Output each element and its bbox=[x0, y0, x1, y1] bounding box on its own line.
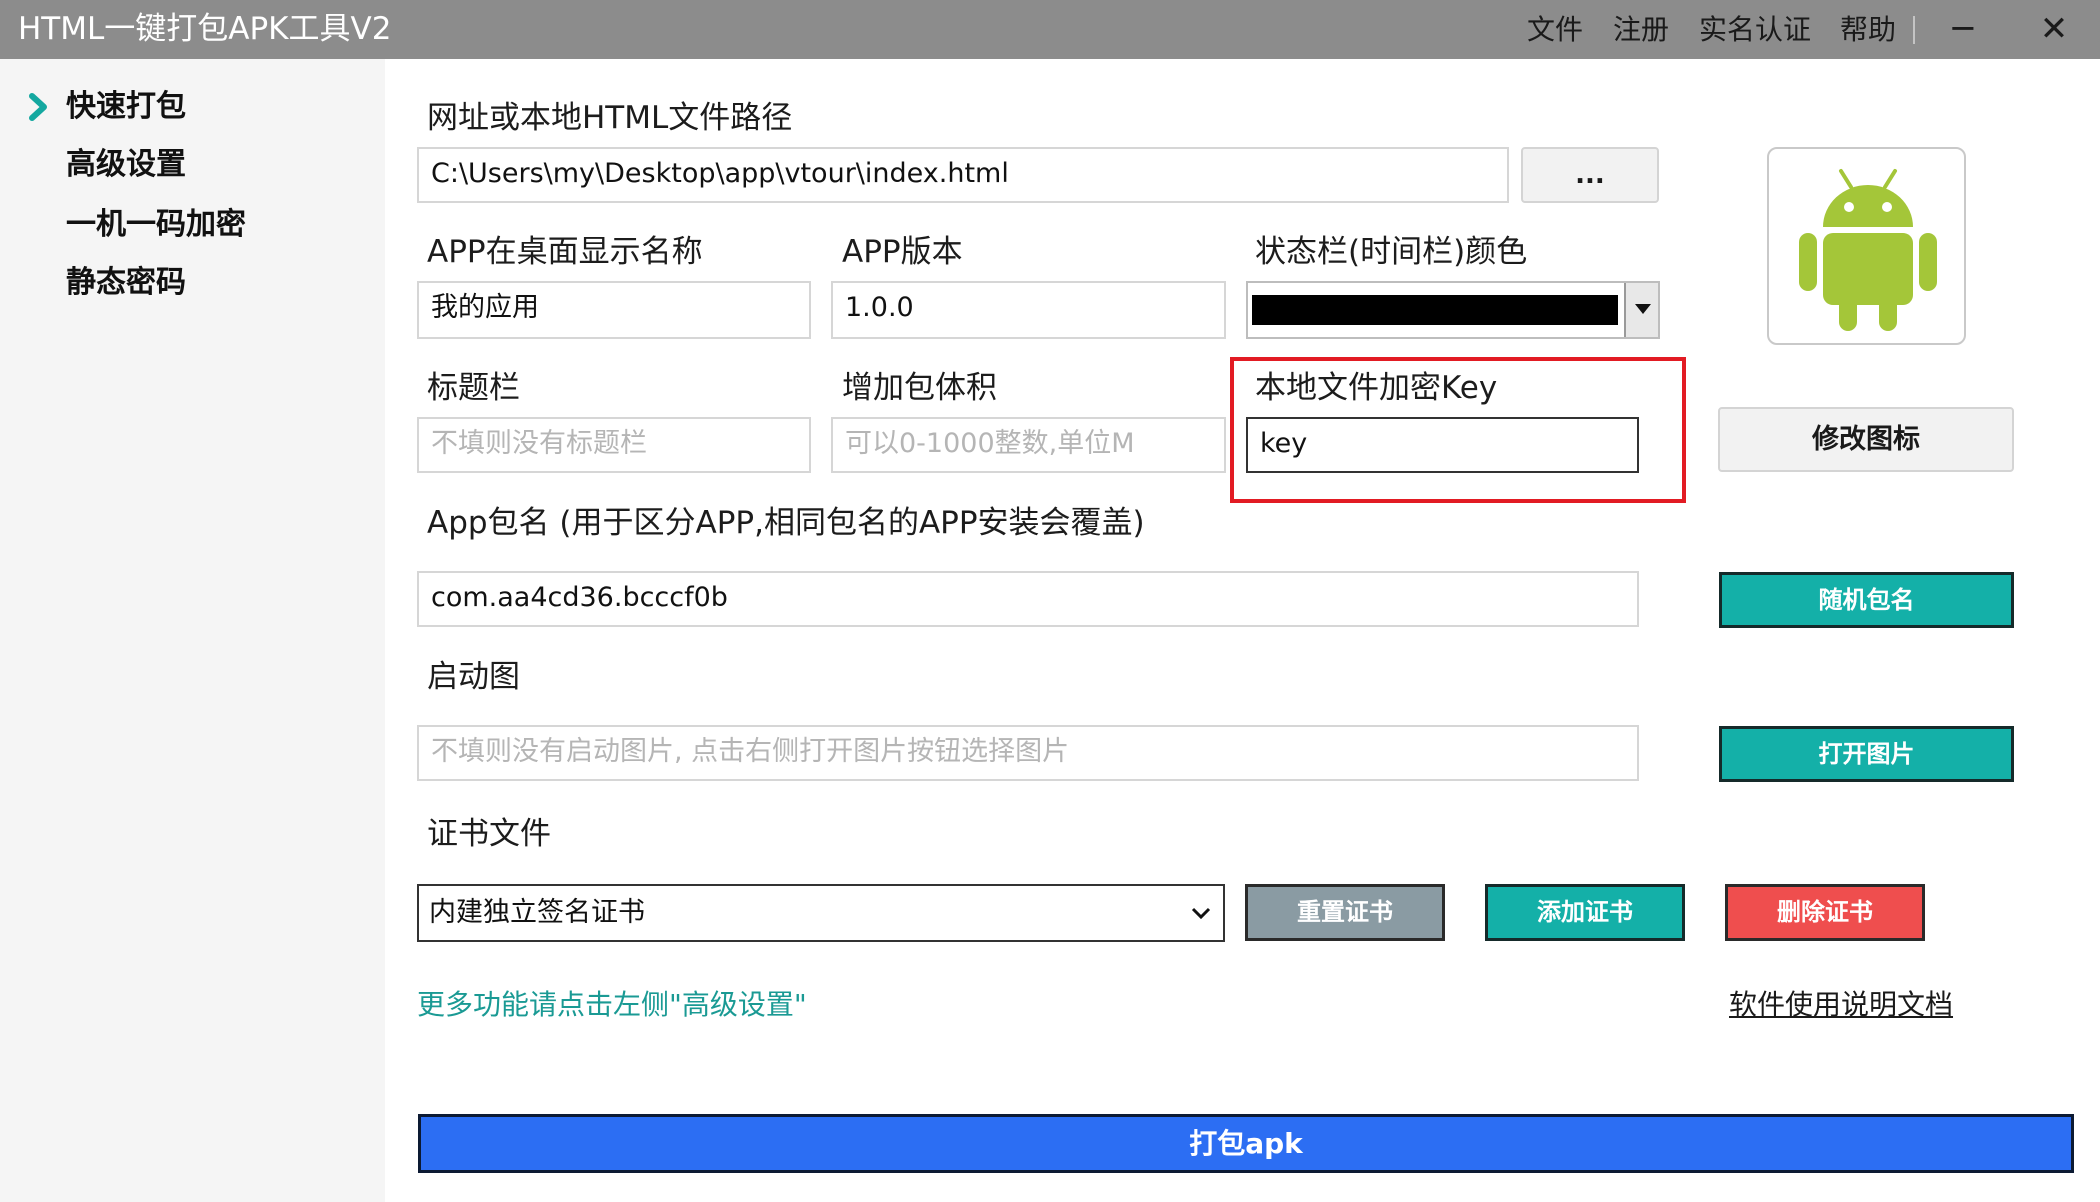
window-title: HTML一键打包APK工具V2 bbox=[18, 11, 392, 47]
splash-label: 启动图 bbox=[427, 659, 520, 695]
browse-button[interactable]: ... bbox=[1521, 147, 1659, 203]
path-label: 网址或本地HTML文件路径 bbox=[427, 100, 793, 136]
pad-size-label: 增加包体积 bbox=[842, 370, 997, 406]
sidebar-item-static-password[interactable]: 静态密码 bbox=[66, 258, 186, 308]
sidebar-item-device-encrypt[interactable]: 一机一码加密 bbox=[66, 200, 246, 250]
open-image-button[interactable]: 打开图片 bbox=[1719, 726, 2014, 782]
chevron-down-icon bbox=[1191, 907, 1211, 920]
app-name-input[interactable]: 我的应用 bbox=[417, 281, 811, 339]
advanced-settings-hint-link[interactable]: 更多功能请点击左侧"高级设置" bbox=[417, 985, 807, 1025]
delete-cert-button[interactable]: 删除证书 bbox=[1725, 884, 1925, 941]
close-icon[interactable]: ✕ bbox=[2024, 0, 2084, 59]
cert-select[interactable]: 内建独立签名证书 bbox=[417, 884, 1225, 942]
cert-selected-value: 内建独立签名证书 bbox=[429, 897, 645, 928]
statusbar-color-label: 状态栏(时间栏)颜色 bbox=[1255, 234, 1528, 270]
dropdown-arrow-button[interactable] bbox=[1624, 283, 1658, 337]
add-cert-button[interactable]: 添加证书 bbox=[1485, 884, 1685, 941]
menu-realname[interactable]: 实名认证 bbox=[1699, 0, 1811, 59]
user-manual-link[interactable]: 软件使用说明文档 bbox=[1729, 985, 1953, 1025]
menu-register[interactable]: 注册 bbox=[1613, 0, 1669, 59]
android-robot-icon bbox=[1799, 169, 1937, 331]
splash-input[interactable]: 不填则没有启动图片, 点击右侧打开图片按钮选择图片 bbox=[417, 725, 1639, 781]
menu-file[interactable]: 文件 bbox=[1527, 0, 1583, 59]
titlebar-label: 标题栏 bbox=[427, 370, 520, 406]
titlebar-input[interactable]: 不填则没有标题栏 bbox=[417, 417, 811, 473]
pad-size-input[interactable]: 可以0-1000整数,单位M bbox=[831, 417, 1226, 473]
app-name-label: APP在桌面显示名称 bbox=[427, 234, 703, 270]
path-input[interactable]: C:\Users\my\Desktop\app\vtour\index.html bbox=[417, 147, 1509, 203]
color-swatch bbox=[1252, 295, 1618, 325]
minimize-icon[interactable]: ─ bbox=[1933, 0, 1993, 59]
sidebar-item-quick-pack[interactable]: 快速打包 bbox=[66, 82, 186, 132]
statusbar-color-select[interactable] bbox=[1246, 281, 1660, 339]
encrypt-key-input[interactable]: key bbox=[1246, 417, 1639, 473]
reset-cert-button[interactable]: 重置证书 bbox=[1245, 884, 1445, 941]
menu-divider bbox=[1913, 16, 1915, 44]
sidebar-item-advanced[interactable]: 高级设置 bbox=[66, 140, 186, 190]
package-name-label: App包名 (用于区分APP,相同包名的APP安装会覆盖) bbox=[427, 505, 1145, 541]
cert-label: 证书文件 bbox=[427, 816, 551, 852]
encrypt-key-label: 本地文件加密Key bbox=[1255, 370, 1498, 406]
app-version-label: APP版本 bbox=[842, 234, 963, 270]
change-icon-button[interactable]: 修改图标 bbox=[1718, 407, 2014, 472]
package-name-input[interactable]: com.aa4cd36.bcccf0b bbox=[417, 571, 1639, 627]
app-version-input[interactable]: 1.0.0 bbox=[831, 281, 1226, 339]
pack-apk-button[interactable]: 打包apk bbox=[418, 1114, 2074, 1173]
menu-help[interactable]: 帮助 bbox=[1840, 0, 1896, 59]
chevron-right-icon bbox=[29, 93, 47, 121]
chevron-down-icon bbox=[1635, 304, 1651, 314]
random-package-button[interactable]: 随机包名 bbox=[1719, 572, 2014, 628]
app-icon-preview[interactable] bbox=[1767, 147, 1966, 345]
